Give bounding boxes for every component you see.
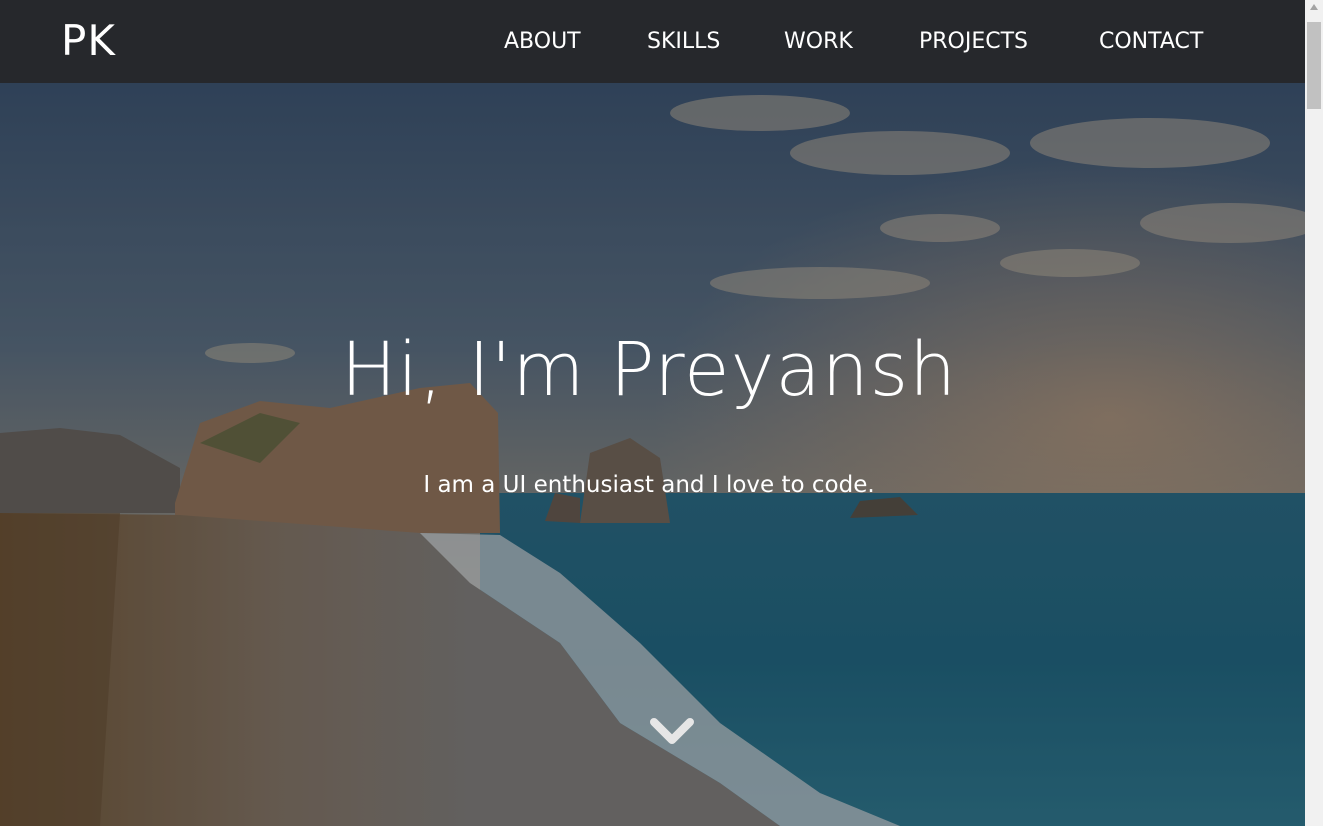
brand-logo[interactable]: PK [61,16,116,66]
scroll-up-arrow-icon[interactable] [1310,4,1318,10]
hero-title: Hi, I'm Preyansh [340,327,958,413]
nav-link-work[interactable]: WORK [784,28,853,56]
nav-link-skills[interactable]: SKILLS [647,28,720,56]
nav-link-about[interactable]: ABOUT [504,28,581,56]
top-navbar: PK ABOUT SKILLS WORK PROJECTS CONTACT [0,0,1305,83]
scrollbar-thumb[interactable] [1307,22,1321,109]
nav-link-contact[interactable]: CONTACT [1099,28,1203,56]
hero-section: Hi, I'm Preyansh I am a UI enthusiast an… [0,83,1305,826]
hero-subtitle: I am a UI enthusiast and I love to code. [423,472,875,498]
scrollbar-track[interactable] [1305,0,1323,826]
hero-dark-overlay [0,83,1305,826]
chevron-down-icon[interactable] [648,716,696,748]
nav-link-projects[interactable]: PROJECTS [919,28,1028,56]
